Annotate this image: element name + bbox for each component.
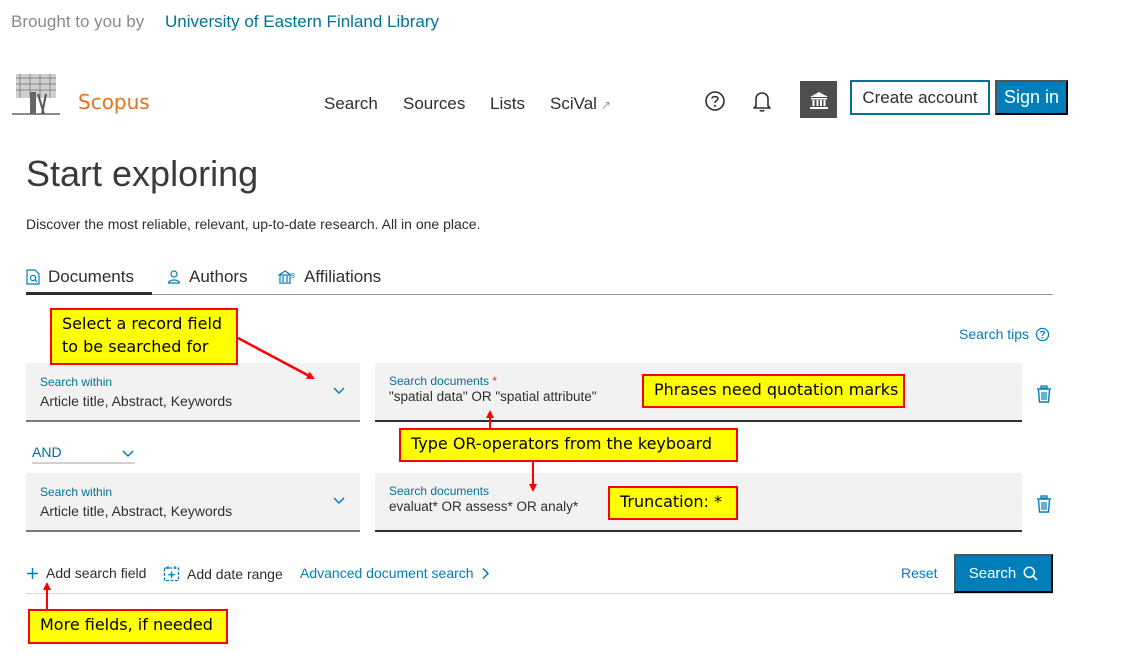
tab-authors[interactable]: Authors <box>167 267 248 287</box>
active-tab-indicator <box>26 292 152 295</box>
callout-select-field: Select a record field to be searched for <box>50 308 238 365</box>
chevron-right-icon <box>482 567 489 579</box>
advanced-search-label: Advanced document search <box>300 565 474 581</box>
chevron-down-icon <box>333 387 345 395</box>
advanced-document-search-link[interactable]: Advanced document search <box>300 565 490 581</box>
add-search-field-button[interactable]: Add search field <box>26 565 146 581</box>
callout-truncation: Truncation: * <box>608 486 738 520</box>
search-icon <box>1023 566 1038 581</box>
scopus-logo-text[interactable]: Scopus <box>78 90 150 114</box>
callout-more-fields: More fields, if needed <box>28 609 228 644</box>
library-link[interactable]: University of Eastern Finland Library <box>165 12 439 32</box>
bell-icon[interactable] <box>750 89 774 113</box>
search-within-value: Article title, Abstract, Keywords <box>40 503 233 519</box>
person-icon <box>167 270 181 284</box>
search-within-value: Article title, Abstract, Keywords <box>40 393 233 409</box>
search-within-label: Search within <box>40 375 113 389</box>
actions-divider <box>26 593 1053 594</box>
trash-icon[interactable] <box>1036 385 1052 403</box>
chevron-down-icon <box>333 497 345 505</box>
tab-authors-label: Authors <box>189 267 248 286</box>
tab-documents-label: Documents <box>48 267 134 286</box>
page-subtitle: Discover the most reliable, relevant, up… <box>26 216 481 232</box>
svg-text:3: 3 <box>291 273 295 280</box>
search-documents-label-text: Search documents <box>389 374 490 388</box>
tabs-divider <box>26 294 1053 295</box>
document-search-icon <box>26 269 40 285</box>
nav-lists[interactable]: Lists <box>490 94 525 114</box>
boolean-operator-value: AND <box>32 444 62 460</box>
sign-in-button[interactable]: Sign in <box>995 80 1068 115</box>
add-date-range-label: Add date range <box>187 565 283 582</box>
search-within-select-1[interactable]: Search within Article title, Abstract, K… <box>26 363 360 422</box>
calendar-plus-icon <box>163 566 180 582</box>
tab-affiliations-label: Affiliations <box>304 267 382 286</box>
required-marker: * <box>492 374 498 388</box>
callout-phrases: Phrases need quotation marks <box>642 374 905 408</box>
page-title: Start exploring <box>26 153 259 194</box>
tab-affiliations[interactable]: 3 Affiliations <box>278 267 381 287</box>
nav-sources[interactable]: Sources <box>403 94 465 114</box>
building-icon: 3 <box>278 270 295 284</box>
help-circle-icon <box>1035 327 1050 341</box>
search-tips-link[interactable]: Search tips <box>959 326 1050 342</box>
external-link-icon: ↗ <box>600 98 611 112</box>
search-documents-value: "spatial data" OR "spatial attribute" <box>389 389 597 404</box>
search-documents-value: evaluat* OR assess* OR analy* <box>389 499 579 514</box>
search-button[interactable]: Search <box>954 554 1053 593</box>
tab-documents[interactable]: Documents <box>26 267 134 287</box>
help-icon[interactable] <box>704 90 726 112</box>
search-button-label: Search <box>968 565 1017 582</box>
institution-icon <box>809 91 828 109</box>
callout-or-operators: Type OR-operators from the keyboard <box>399 428 738 462</box>
add-date-range-button[interactable]: Add date range <box>163 565 283 582</box>
search-documents-label: Search documents <box>389 484 490 498</box>
nav-scival[interactable]: SciVal ↗ <box>550 94 611 114</box>
create-account-button[interactable]: Create account <box>850 80 990 115</box>
search-within-select-2[interactable]: Search within Article title, Abstract, K… <box>26 473 360 532</box>
nav-scival-label: SciVal <box>550 94 597 113</box>
chevron-down-icon <box>122 450 134 458</box>
reset-button[interactable]: Reset <box>901 565 938 581</box>
add-search-field-label: Add search field <box>46 565 147 581</box>
plus-icon <box>27 567 38 579</box>
search-within-label: Search within <box>40 485 113 499</box>
elsevier-tree-logo[interactable] <box>10 72 62 116</box>
trash-icon[interactable] <box>1036 495 1052 513</box>
search-documents-label: Search documents * <box>389 374 497 388</box>
search-tips-label: Search tips <box>959 326 1030 342</box>
institution-button[interactable] <box>800 81 837 118</box>
nav-search[interactable]: Search <box>324 94 378 114</box>
brought-to-you-by: Brought to you by <box>11 12 145 31</box>
boolean-operator-select[interactable]: AND <box>32 444 135 464</box>
